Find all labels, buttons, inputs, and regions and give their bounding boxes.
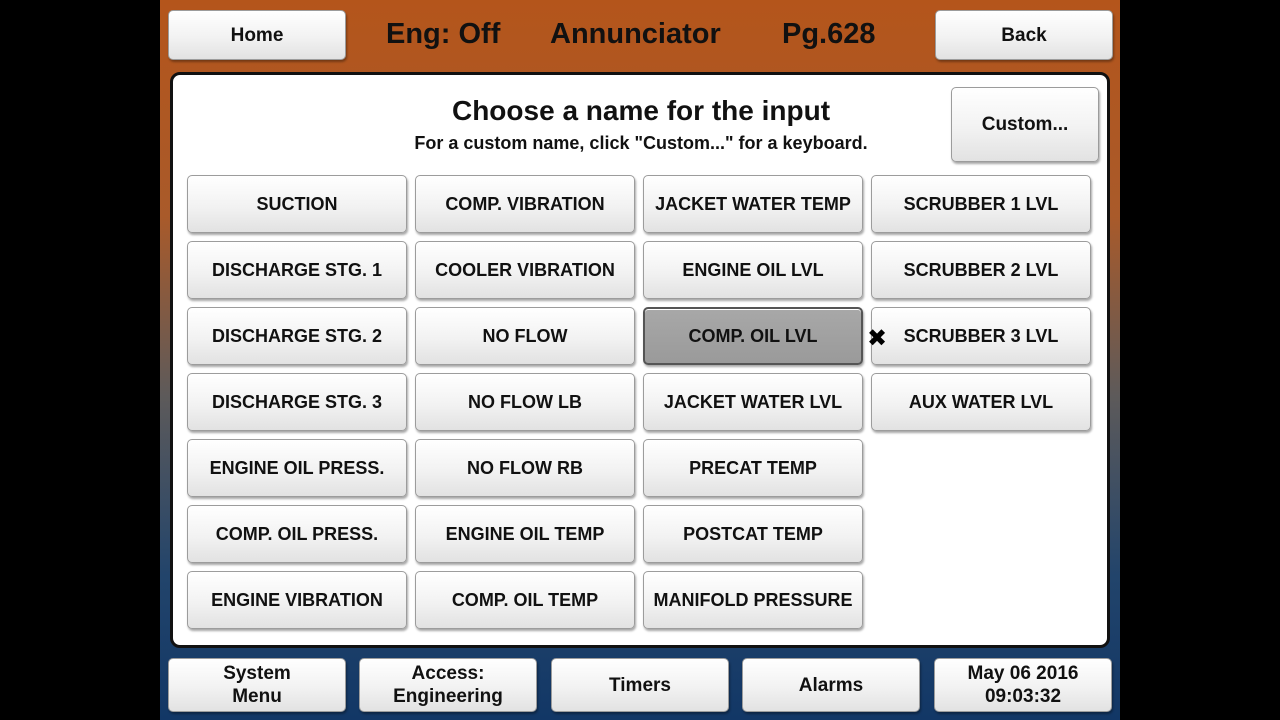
name-option-button[interactable]: SUCTION <box>187 175 407 233</box>
name-option-button[interactable]: ENGINE VIBRATION <box>187 571 407 629</box>
access-line2: Engineering <box>393 686 503 707</box>
back-button-label: Back <box>1001 24 1047 46</box>
home-button[interactable]: Home <box>168 10 346 60</box>
name-option-button[interactable]: PRECAT TEMP <box>643 439 863 497</box>
time-text: 09:03:32 <box>984 686 1062 707</box>
timers-button[interactable]: Timers <box>551 658 729 712</box>
screen-title: Annunciator <box>550 18 721 50</box>
name-option-label: PRECAT TEMP <box>689 457 817 478</box>
name-option-label: COMP. OIL LVL <box>688 325 818 346</box>
name-option-button[interactable]: JACKET WATER LVL <box>643 373 863 431</box>
name-option-label: ENGINE OIL LVL <box>682 259 824 280</box>
name-option-label: NO FLOW <box>482 325 568 346</box>
name-option-button[interactable]: NO FLOW LB <box>415 373 635 431</box>
name-option-button[interactable]: DISCHARGE STG. 3 <box>187 373 407 431</box>
access-button[interactable]: Access: Engineering <box>359 658 537 712</box>
name-option-button[interactable]: ENGINE OIL TEMP <box>415 505 635 563</box>
system-menu-line2: Menu <box>232 686 282 707</box>
name-option-button[interactable]: ENGINE OIL LVL <box>643 241 863 299</box>
name-option-label: DISCHARGE STG. 2 <box>211 325 383 346</box>
name-option-button[interactable]: POSTCAT TEMP <box>643 505 863 563</box>
home-button-label: Home <box>230 24 284 46</box>
name-option-label: SCRUBBER 1 LVL <box>903 193 1059 214</box>
name-option-button[interactable]: DISCHARGE STG. 1 <box>187 241 407 299</box>
name-option-label: POSTCAT TEMP <box>683 523 823 544</box>
name-option-button[interactable]: SCRUBBER 1 LVL <box>871 175 1091 233</box>
name-option-label: ENGINE OIL PRESS. <box>209 457 385 478</box>
name-option-label: SUCTION <box>256 193 338 214</box>
name-option-button[interactable]: AUX WATER LVL <box>871 373 1091 431</box>
name-option-button[interactable]: NO FLOW RB <box>415 439 635 497</box>
access-line1: Access: <box>411 663 485 684</box>
name-option-button[interactable]: JACKET WATER TEMP <box>643 175 863 233</box>
hmi-screen: Home Eng: Off Annunciator Pg.628 Back Ch… <box>160 0 1120 720</box>
name-option-button[interactable]: SCRUBBER 3 LVL <box>871 307 1091 365</box>
name-option-label: JACKET WATER LVL <box>663 391 843 412</box>
name-option-label: DISCHARGE STG. 3 <box>211 391 383 412</box>
page-number: Pg.628 <box>782 18 876 50</box>
name-option-button[interactable]: ENGINE OIL PRESS. <box>187 439 407 497</box>
name-option-button[interactable]: COMP. OIL PRESS. <box>187 505 407 563</box>
custom-button-label: Custom... <box>981 114 1069 135</box>
name-option-label: COMP. OIL PRESS. <box>215 523 379 544</box>
name-option-button[interactable]: NO FLOW <box>415 307 635 365</box>
name-option-label: COOLER VIBRATION <box>435 259 615 280</box>
name-option-label: COMP. OIL TEMP <box>451 589 599 610</box>
custom-button[interactable]: Custom... <box>951 87 1099 162</box>
input-name-panel: Choose a name for the input For a custom… <box>170 72 1110 648</box>
name-option-button[interactable]: DISCHARGE STG. 2 <box>187 307 407 365</box>
date-text: May 06 2016 <box>967 663 1079 684</box>
name-option-label: JACKET WATER TEMP <box>655 193 851 214</box>
alarms-label: Alarms <box>798 674 864 696</box>
alarms-button[interactable]: Alarms <box>742 658 920 712</box>
engine-status: Eng: Off <box>386 18 501 50</box>
name-option-button[interactable]: COMP. OIL LVL <box>643 307 863 365</box>
date-time-display[interactable]: May 06 2016 09:03:32 <box>934 658 1112 712</box>
name-option-label: SCRUBBER 3 LVL <box>903 325 1059 346</box>
name-option-button[interactable]: COMP. VIBRATION <box>415 175 635 233</box>
name-option-button[interactable]: SCRUBBER 2 LVL <box>871 241 1091 299</box>
name-option-button[interactable]: COOLER VIBRATION <box>415 241 635 299</box>
name-option-label: COMP. VIBRATION <box>445 193 605 214</box>
name-option-label: DISCHARGE STG. 1 <box>211 259 383 280</box>
back-button[interactable]: Back <box>935 10 1113 60</box>
name-option-label: NO FLOW RB <box>467 457 583 478</box>
name-option-label: ENGINE VIBRATION <box>211 589 383 610</box>
name-option-label: AUX WATER LVL <box>908 391 1054 412</box>
name-option-label: SCRUBBER 2 LVL <box>903 259 1059 280</box>
name-option-label: ENGINE OIL TEMP <box>445 523 605 544</box>
system-menu-button[interactable]: System Menu <box>168 658 346 712</box>
timers-label: Timers <box>609 674 671 696</box>
name-option-button[interactable]: COMP. OIL TEMP <box>415 571 635 629</box>
name-option-button[interactable]: MANIFOLD PRESSURE <box>643 571 863 629</box>
name-option-label: MANIFOLD PRESSURE <box>653 589 853 610</box>
name-option-label: NO FLOW LB <box>468 391 582 412</box>
system-menu-line1: System <box>223 663 291 684</box>
